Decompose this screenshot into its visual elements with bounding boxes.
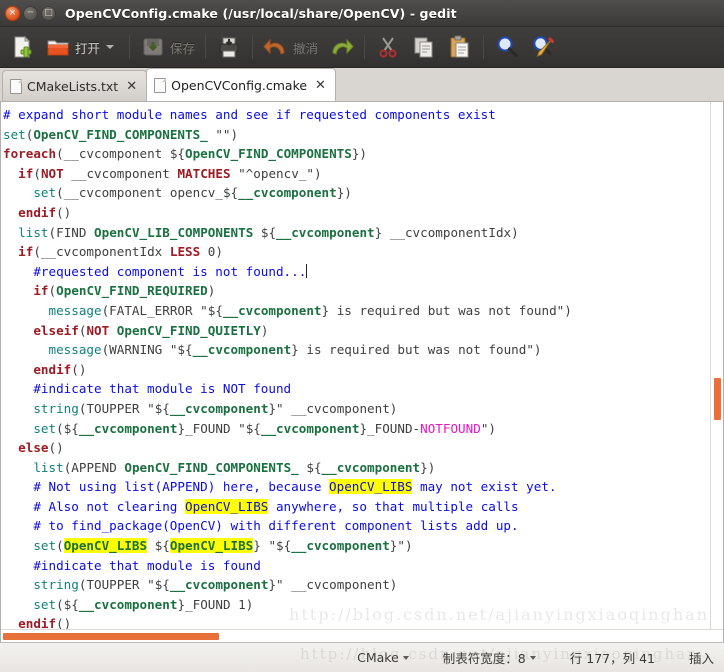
code-line: set(__cvcomponent opencv_${__cvcomponent…: [33, 185, 352, 201]
minimize-window-icon[interactable]: ─: [23, 5, 38, 21]
window-controls: × ─ □: [5, 5, 56, 21]
code-line: set(${__cvcomponent}_FOUND 1): [33, 596, 254, 612]
open-folder-icon: [45, 34, 71, 60]
code-line: string(TOUPPER "${__cvcomponent}" __cvco…: [33, 400, 398, 416]
paste-button[interactable]: [442, 30, 478, 64]
code-line: list(APPEND OpenCV_FIND_COMPONENTS_ ${__…: [33, 459, 436, 475]
toolbar-separator: [205, 35, 207, 59]
redo-arrow-icon: [328, 34, 354, 60]
source-code-view[interactable]: # expand short module names and see if r…: [3, 105, 723, 642]
undo-arrow-icon: [263, 34, 289, 60]
tab-bar: CMakeLists.txt ✕ OpenCVConfig.cmake ✕: [0, 68, 724, 102]
vertical-scrollbar-thumb[interactable]: [714, 378, 721, 420]
document-icon: [154, 77, 167, 93]
printer-icon: [216, 34, 242, 60]
insert-mode-label: 插入: [688, 651, 714, 666]
toolbar-separator: [129, 35, 131, 59]
text-cursor: [306, 263, 308, 278]
code-line: #requested component is not found...: [3, 263, 308, 279]
tab-label: OpenCVConfig.cmake: [171, 77, 308, 93]
toolbar-separator: [483, 35, 485, 59]
tab-opencvconfig-cmake[interactable]: OpenCVConfig.cmake ✕: [146, 68, 336, 101]
title-bar: × ─ □ OpenCVConfig.cmake (/usr/local/sha…: [0, 0, 724, 27]
status-bar: http://blog.csdn.net/ajianyingxiaoqingha…: [0, 642, 724, 672]
copy-pages-icon: [411, 34, 437, 60]
toolbar-separator: [252, 35, 254, 59]
copy-button[interactable]: [406, 30, 442, 64]
gedit-window: × ─ □ OpenCVConfig.cmake (/usr/local/sha…: [0, 0, 724, 672]
new-document-button[interactable]: [4, 30, 40, 64]
save-label: 保存: [170, 40, 196, 56]
code-line: string(TOUPPER "${__cvcomponent}" __cvco…: [33, 577, 398, 593]
code-line: set(OpenCV_FIND_COMPONENTS_ ""): [3, 126, 239, 142]
open-label: 打开: [75, 40, 101, 56]
redo-button[interactable]: [323, 30, 359, 64]
code-line: if(NOT __cvcomponent MATCHES "^opencv_"): [18, 165, 322, 181]
chevron-down-icon: [529, 655, 536, 660]
code-line: list(FIND OpenCV_LIB_COMPONENTS ${__cvco…: [18, 224, 519, 240]
tab-width-selector[interactable]: 制表符宽度：8: [443, 648, 536, 667]
vertical-scrollbar[interactable]: [710, 102, 723, 642]
code-line: message(FATAL_ERROR "${__cvcomponent} is…: [48, 302, 572, 318]
tab-width-label: 制表符宽度：8: [442, 651, 526, 666]
print-button[interactable]: [211, 30, 247, 64]
maximize-window-icon[interactable]: □: [41, 5, 56, 21]
toolbar-separator: [364, 35, 366, 59]
replace-button[interactable]: [525, 30, 561, 64]
save-disk-icon: [140, 34, 166, 60]
undo-button[interactable]: 撤消: [258, 30, 323, 64]
tab-close-icon[interactable]: ✕: [126, 80, 137, 93]
save-document-button[interactable]: 保存: [135, 30, 200, 64]
cursor-position: 行 177，列 41: [570, 648, 655, 667]
code-line: #indicate that module is found: [3, 557, 261, 573]
code-line: if(__cvcomponentIdx LESS 0): [18, 244, 223, 260]
code-line: set(OpenCV_LIBS ${OpenCV_LIBS} "${__cvco…: [33, 538, 413, 554]
tab-cmakelists-txt[interactable]: CMakeLists.txt ✕: [2, 70, 148, 101]
chevron-down-icon: [402, 655, 409, 660]
code-line: if(OpenCV_FIND_REQUIRED): [33, 283, 216, 299]
tab-close-icon[interactable]: ✕: [315, 79, 326, 92]
code-line: message(WARNING "${__cvcomponent} is req…: [48, 342, 542, 358]
code-line: # expand short module names and see if r…: [3, 107, 496, 122]
search-replace-icon: [530, 34, 556, 60]
horizontal-scrollbar-thumb[interactable]: [3, 633, 219, 640]
search-icon: [494, 34, 520, 60]
code-line: #indicate that module is NOT found: [3, 381, 292, 397]
document-icon: [10, 78, 22, 94]
code-line: endif(): [33, 361, 87, 377]
code-line: set(${__cvcomponent}_FOUND "${__cvcompon…: [33, 420, 496, 436]
language-label: CMake: [357, 650, 399, 665]
horizontal-scrollbar[interactable]: [1, 629, 723, 642]
maximize-glyph: □: [44, 7, 53, 18]
code-line: endif(): [18, 204, 72, 220]
code-line: elseif(NOT OpenCV_FIND_QUIETLY): [33, 322, 269, 338]
insert-mode[interactable]: 插入: [689, 648, 714, 667]
cursor-position-label: 行 177，列 41: [569, 651, 655, 666]
toolbar: 打开 保存 撤消: [0, 27, 724, 68]
editor-area[interactable]: # expand short module names and see if r…: [0, 102, 724, 642]
code-line: # to find_package(OpenCV) with different…: [3, 518, 519, 534]
undo-label: 撤消: [293, 40, 319, 56]
tab-label: CMakeLists.txt: [27, 78, 119, 94]
close-window-icon[interactable]: ×: [5, 5, 20, 21]
open-chevron-down-icon[interactable]: [106, 45, 115, 49]
cut-button[interactable]: [370, 30, 406, 64]
window-title: OpenCVConfig.cmake (/usr/local/share/Ope…: [65, 5, 457, 21]
find-button[interactable]: [489, 30, 525, 64]
code-line: else(): [18, 440, 64, 456]
scissors-icon: [375, 34, 401, 60]
code-line: # Not using list(APPEND) here, because O…: [3, 479, 557, 495]
code-line: foreach(__cvcomponent ${OpenCV_FIND_COMP…: [3, 146, 368, 162]
minimize-glyph: ─: [27, 7, 34, 18]
clipboard-icon: [447, 34, 473, 60]
new-document-icon: [9, 34, 35, 60]
language-selector[interactable]: CMake: [357, 650, 409, 665]
code-line: # Also not clearing OpenCV_LIBS anywhere…: [3, 498, 519, 514]
open-document-button[interactable]: 打开: [40, 30, 124, 64]
close-glyph: ×: [8, 7, 17, 18]
